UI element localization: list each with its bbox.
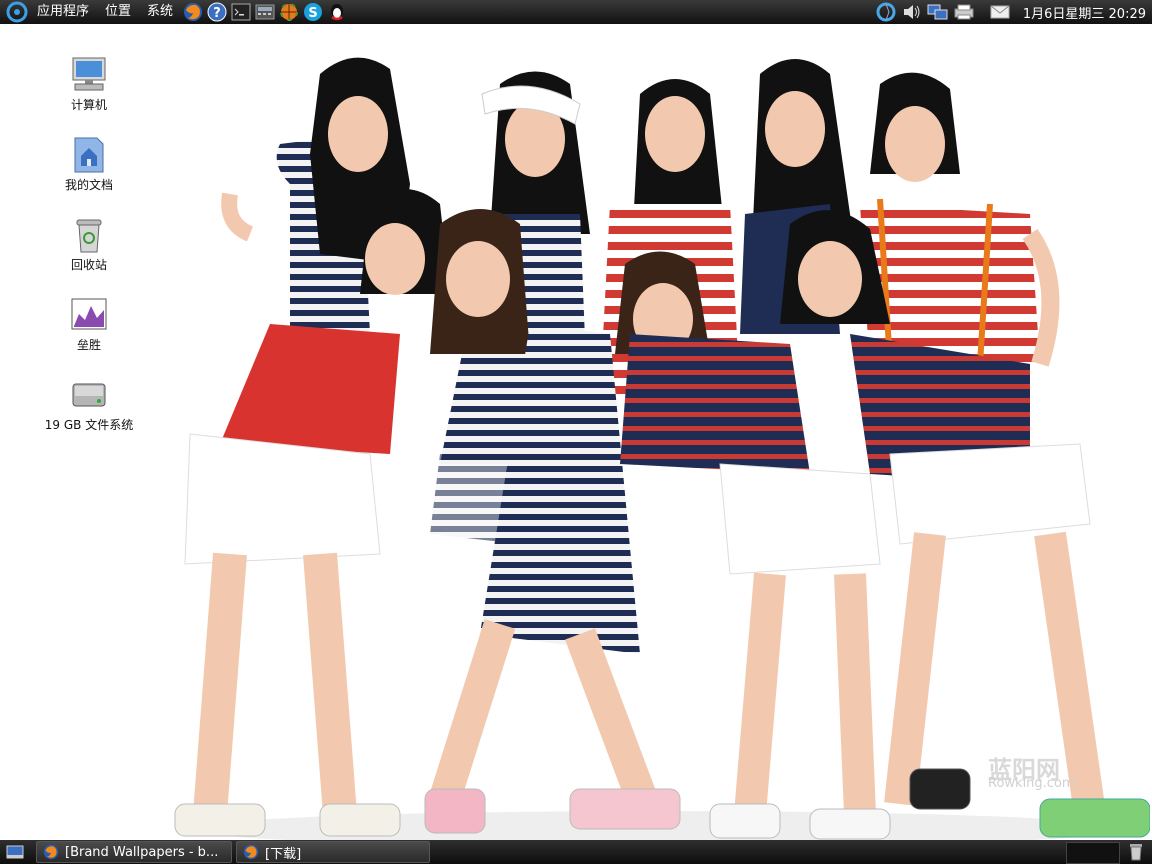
distro-logo-icon[interactable] [6,1,28,23]
trash-applet-icon[interactable] [1126,842,1146,862]
printer-icon[interactable] [953,2,975,22]
display-icon[interactable] [927,2,949,22]
menu-places[interactable]: 位置 [97,0,139,24]
skype-icon[interactable]: S [302,1,324,23]
clock[interactable]: 1月6日星期三 20:29 [1013,3,1152,22]
qq-icon[interactable] [326,1,348,23]
bottom-panel: [Brand Wallpapers - b... [下载] [0,840,1152,864]
network-manager-icon[interactable] [875,2,897,22]
terminal-icon[interactable] [230,1,252,23]
wallpaper-image [174,57,1150,840]
menu-system[interactable]: 系统 [139,0,181,24]
top-panel: 应用程序 位置 系统 ? S 1月6日星期三 20:29 [0,0,1152,24]
basketball-game-icon[interactable] [278,1,300,23]
trash-icon [69,214,109,254]
menu-applications[interactable]: 应用程序 [29,0,97,24]
desktop-icon-trash[interactable]: 回收站 [29,214,149,273]
chart-app-icon [69,294,109,334]
svg-text:S: S [308,6,317,21]
mail-icon[interactable] [989,2,1011,22]
firefox-icon[interactable] [182,1,204,23]
workspace-switcher[interactable] [1066,842,1120,864]
firefox-icon [43,844,59,860]
desktop-icon-computer[interactable]: 计算机 [29,54,149,113]
firefox-icon [243,844,259,860]
desktop-icon-filesystem[interactable]: 19 GB 文件系统 [29,374,149,433]
help-icon[interactable]: ? [206,1,228,23]
desktop-icon-my-documents[interactable]: 我的文档 [29,134,149,193]
home-folder-icon [69,134,109,174]
volume-icon[interactable] [901,2,923,22]
system-tray: 1月6日星期三 20:29 [873,0,1152,24]
watermark-sub: Rowking.com [988,776,1075,791]
person-back-5 [860,72,1060,374]
show-desktop-icon[interactable] [4,842,26,862]
desktop-icon-chart-app[interactable]: 垒胜 [29,294,149,353]
person-front-3 [615,251,891,840]
svg-text:?: ? [213,6,221,21]
desktop: 计算机 我的文档 回收站 垒胜 19 GB 文件系统 蓝阳网 Rowking.c… [0,24,1152,840]
drive-icon [69,374,109,414]
calculator-icon[interactable] [254,1,276,23]
taskbar-item-firefox-wallpapers[interactable]: [Brand Wallpapers - b... [36,841,232,863]
taskbar-item-downloads[interactable]: [下载] [236,841,430,863]
computer-icon [69,54,109,94]
